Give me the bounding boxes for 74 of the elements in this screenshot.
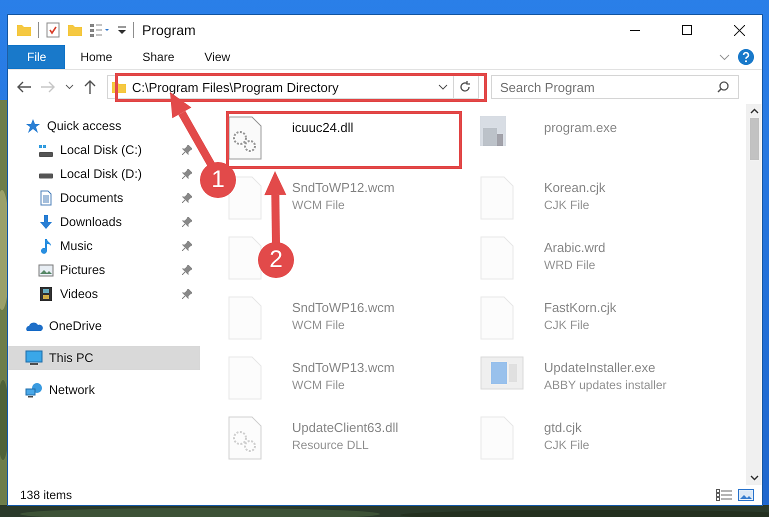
drive-icon bbox=[38, 173, 54, 179]
scroll-up-icon[interactable] bbox=[750, 108, 758, 114]
pin-icon[interactable] bbox=[182, 289, 192, 299]
file-type: WRD File bbox=[544, 258, 596, 272]
sidebar-item[interactable]: Local Disk (C:) bbox=[8, 138, 200, 162]
file-type: CJK File bbox=[544, 198, 590, 212]
film-icon bbox=[38, 286, 54, 302]
scroll-thumb[interactable] bbox=[750, 118, 758, 160]
document-icon bbox=[38, 190, 54, 206]
file-name[interactable]: icuuc24.dll bbox=[292, 120, 354, 135]
installer-icon bbox=[480, 356, 524, 390]
layout-icon[interactable] bbox=[89, 22, 111, 38]
pin-icon[interactable] bbox=[182, 241, 192, 251]
pin-icon[interactable] bbox=[182, 169, 192, 179]
file-icon bbox=[228, 296, 262, 340]
star-icon bbox=[25, 118, 41, 134]
sidebar-item[interactable]: Network bbox=[8, 378, 200, 402]
monitor-icon bbox=[25, 350, 43, 366]
search-icon[interactable] bbox=[717, 81, 729, 93]
drive-icon bbox=[38, 144, 54, 156]
dropdown-icon[interactable] bbox=[438, 84, 448, 90]
pin-icon[interactable] bbox=[182, 217, 192, 227]
sidebar-item[interactable]: Documents bbox=[8, 186, 200, 210]
file-type: WCM File bbox=[292, 318, 346, 332]
file-icon bbox=[480, 416, 514, 460]
sidebar-item[interactable]: Videos bbox=[8, 282, 200, 306]
file-type: ABBY updates installer bbox=[544, 378, 667, 392]
file-type: CJK File bbox=[544, 318, 590, 332]
sidebar-item[interactable]: Local Disk (D:) bbox=[8, 162, 200, 186]
sidebar-item[interactable]: Pictures bbox=[8, 258, 200, 282]
refresh-icon bbox=[458, 81, 470, 93]
expand-ribbon-icon[interactable] bbox=[719, 54, 730, 60]
settings-file-icon bbox=[228, 116, 262, 160]
download-icon bbox=[38, 214, 54, 230]
picture-icon bbox=[38, 262, 54, 278]
file-type: WCM File bbox=[292, 378, 346, 392]
pin-icon[interactable] bbox=[182, 145, 192, 155]
file-type: WCM File bbox=[292, 198, 346, 212]
file-icon bbox=[228, 356, 262, 400]
maximize-icon bbox=[682, 25, 692, 35]
network-icon bbox=[25, 382, 43, 398]
folder-icon bbox=[111, 79, 127, 95]
sidebar-item[interactable]: This PC bbox=[8, 346, 200, 370]
large-icons-view-icon[interactable] bbox=[738, 489, 754, 501]
program-icon bbox=[480, 116, 506, 146]
scrollbar[interactable] bbox=[746, 104, 762, 485]
file-icon bbox=[228, 236, 262, 280]
sidebar-item[interactable]: OneDrive bbox=[8, 314, 200, 338]
sidebar-item[interactable]: Quick access bbox=[8, 114, 200, 138]
help-icon[interactable] bbox=[738, 49, 754, 65]
properties-icon[interactable] bbox=[45, 22, 61, 38]
file-type: Resource DLL bbox=[292, 438, 370, 452]
music-note-icon bbox=[38, 238, 54, 254]
file-icon bbox=[480, 296, 514, 340]
pin-icon[interactable] bbox=[182, 265, 192, 275]
file-icon bbox=[480, 236, 514, 280]
ribbon-tab[interactable]: View bbox=[189, 45, 246, 69]
ribbon-tab[interactable]: Share bbox=[127, 45, 190, 69]
sidebar-item[interactable]: Music bbox=[8, 234, 200, 258]
file-type: CJK File bbox=[544, 438, 590, 452]
details-view-icon[interactable] bbox=[716, 489, 732, 501]
pin-icon[interactable] bbox=[182, 193, 192, 203]
search-field[interactable]: Search Program bbox=[491, 75, 739, 99]
address-path: C:\Program Files\Program Directory bbox=[132, 80, 340, 94]
ribbon-tab[interactable]: File bbox=[8, 45, 66, 69]
settings-file-icon bbox=[228, 416, 262, 460]
ribbon-tab[interactable]: Home bbox=[65, 45, 128, 69]
file-icon bbox=[480, 176, 514, 220]
close-icon bbox=[734, 24, 744, 36]
sidebar-item[interactable]: Downloads bbox=[8, 210, 200, 234]
window-title: Program bbox=[142, 22, 197, 38]
file-icon bbox=[228, 176, 262, 220]
item-count: 138 items bbox=[20, 488, 74, 502]
scroll-down-icon[interactable] bbox=[750, 475, 758, 481]
